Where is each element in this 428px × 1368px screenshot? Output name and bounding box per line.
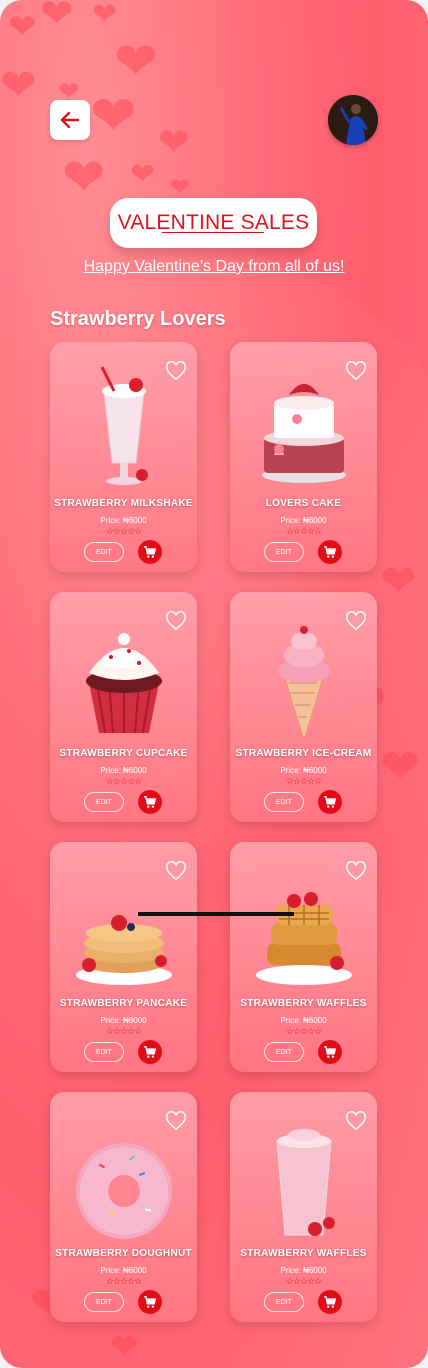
product-card[interactable]: STRAWBERRY CUPCAKE Price: ₦6000 ☆☆☆☆☆ ED…: [50, 592, 197, 822]
product-name: STRAWBERRY PANCAKE: [59, 998, 188, 1009]
product-price: Price: ₦6000: [100, 1266, 147, 1275]
shopping-cart-icon: [324, 1296, 337, 1308]
title-underline: [162, 232, 264, 233]
shopping-cart-icon: [144, 796, 157, 808]
add-to-cart-button[interactable]: [138, 1040, 162, 1064]
rating-stars[interactable]: ☆☆☆☆☆: [230, 776, 377, 787]
rating-stars[interactable]: ☆☆☆☆☆: [50, 526, 197, 537]
icecream-image: [277, 625, 330, 737]
add-to-cart-button[interactable]: [318, 1290, 342, 1314]
edit-button[interactable]: EDIT: [84, 1292, 124, 1312]
product-image: [66, 360, 181, 495]
product-price: Price: ₦6000: [100, 516, 147, 525]
decorative-heart-icon: ❤: [130, 158, 156, 191]
rating-stars[interactable]: ☆☆☆☆☆: [230, 1276, 377, 1287]
product-image: [246, 360, 361, 495]
section-title: Strawberry Lovers: [50, 308, 226, 330]
edit-button[interactable]: EDIT: [84, 792, 124, 812]
shopping-cart-icon: [324, 796, 337, 808]
product-card[interactable]: STRAWBERRY DOUGHNUT Price: ₦6000 ☆☆☆☆☆ E…: [50, 1092, 197, 1322]
edit-button[interactable]: EDIT: [84, 1042, 124, 1062]
arrow-left-icon: [60, 111, 80, 129]
add-to-cart-button[interactable]: [138, 1290, 162, 1314]
edit-button[interactable]: EDIT: [264, 542, 304, 562]
product-card[interactable]: STRAWBERRY WAFFLES Price: ₦6000 ☆☆☆☆☆ ED…: [230, 842, 377, 1072]
shopping-cart-icon: [324, 1046, 337, 1058]
product-image: [246, 860, 361, 995]
top-bar: [0, 0, 428, 160]
add-to-cart-button[interactable]: [318, 790, 342, 814]
decorative-heart-icon: ❤: [110, 1328, 139, 1366]
decorative-heart-icon: ❤: [170, 174, 191, 201]
avatar-photo-icon: [328, 95, 378, 145]
edit-button[interactable]: EDIT: [84, 542, 124, 562]
product-price: Price: ₦6000: [280, 1016, 327, 1025]
app-screen: ❤ ❤ ❤ ❤ ❤ ❤ ❤ ❤ ❤ ❤ ❤ ❤ ❤ ❤ ❤ ❤ ❤ VALENT…: [0, 0, 428, 1368]
decorative-heart-icon: ❤: [380, 557, 417, 606]
cupcake-image: [85, 632, 162, 733]
product-image: [66, 1110, 181, 1245]
rating-stars[interactable]: ☆☆☆☆☆: [50, 776, 197, 787]
add-to-cart-button[interactable]: [318, 540, 342, 564]
product-card[interactable]: STRAWBERRY ICE-CREAM Price: ₦6000 ☆☆☆☆☆ …: [230, 592, 377, 822]
product-name: STRAWBERRY DOUGHNUT: [55, 1248, 192, 1259]
product-price: Price: ₦6000: [280, 1266, 327, 1275]
shopping-cart-icon: [144, 1296, 157, 1308]
product-card[interactable]: LOVERS CAKE Price: ₦6000 ☆☆☆☆☆ EDIT: [230, 342, 377, 572]
product-image: [66, 860, 181, 995]
rating-stars[interactable]: ☆☆☆☆☆: [50, 1276, 197, 1287]
page-subtitle[interactable]: Happy Valentine’s Day from all of us!: [0, 258, 428, 276]
page-title-pill: VALENTINE SALES: [110, 198, 317, 248]
add-to-cart-button[interactable]: [138, 540, 162, 564]
pancake-image: [75, 914, 172, 985]
product-name: STRAWBERRY WAFFLES: [240, 1248, 367, 1259]
shopping-cart-icon: [144, 546, 157, 558]
connector-line: [138, 912, 294, 916]
product-name: STRAWBERRY CUPCAKE: [59, 748, 188, 759]
product-image: [66, 610, 181, 745]
product-card[interactable]: STRAWBERRY WAFFLES Price: ₦6000 ☆☆☆☆☆ ED…: [230, 1092, 377, 1322]
edit-button[interactable]: EDIT: [264, 1292, 304, 1312]
product-name: LOVERS CAKE: [265, 498, 342, 509]
rating-stars[interactable]: ☆☆☆☆☆: [50, 1026, 197, 1037]
product-name: STRAWBERRY MILKSHAKE: [54, 498, 193, 509]
rating-stars[interactable]: ☆☆☆☆☆: [230, 526, 377, 537]
product-name: STRAWBERRY WAFFLES: [240, 998, 367, 1009]
product-name: STRAWBERRY ICE-CREAM: [235, 748, 372, 759]
product-card[interactable]: STRAWBERRY MILKSHAKE Price: ₦6000 ☆☆☆☆☆ …: [50, 342, 197, 572]
decorative-heart-icon: ❤: [380, 741, 421, 794]
product-price: Price: ₦6000: [100, 766, 147, 775]
milkshake-image: [100, 365, 148, 485]
product-price: Price: ₦6000: [280, 516, 327, 525]
rating-stars[interactable]: ☆☆☆☆☆: [230, 1026, 377, 1037]
edit-button[interactable]: EDIT: [264, 792, 304, 812]
product-price: Price: ₦6000: [100, 1016, 147, 1025]
back-button[interactable]: [50, 100, 90, 140]
product-image: [246, 1110, 361, 1245]
edit-button[interactable]: EDIT: [264, 1042, 304, 1062]
waffles-image: [255, 891, 352, 985]
doughnut-image: [75, 1142, 172, 1239]
shopping-cart-icon: [144, 1046, 157, 1058]
product-price: Price: ₦6000: [280, 766, 327, 775]
avatar[interactable]: [328, 95, 378, 145]
product-image: [246, 610, 361, 745]
add-to-cart-button[interactable]: [318, 1040, 342, 1064]
add-to-cart-button[interactable]: [138, 790, 162, 814]
cake-image: [261, 383, 346, 483]
smoothie-image: [275, 1128, 335, 1236]
shopping-cart-icon: [324, 546, 337, 558]
product-card[interactable]: STRAWBERRY PANCAKE Price: ₦6000 ☆☆☆☆☆ ED…: [50, 842, 197, 1072]
